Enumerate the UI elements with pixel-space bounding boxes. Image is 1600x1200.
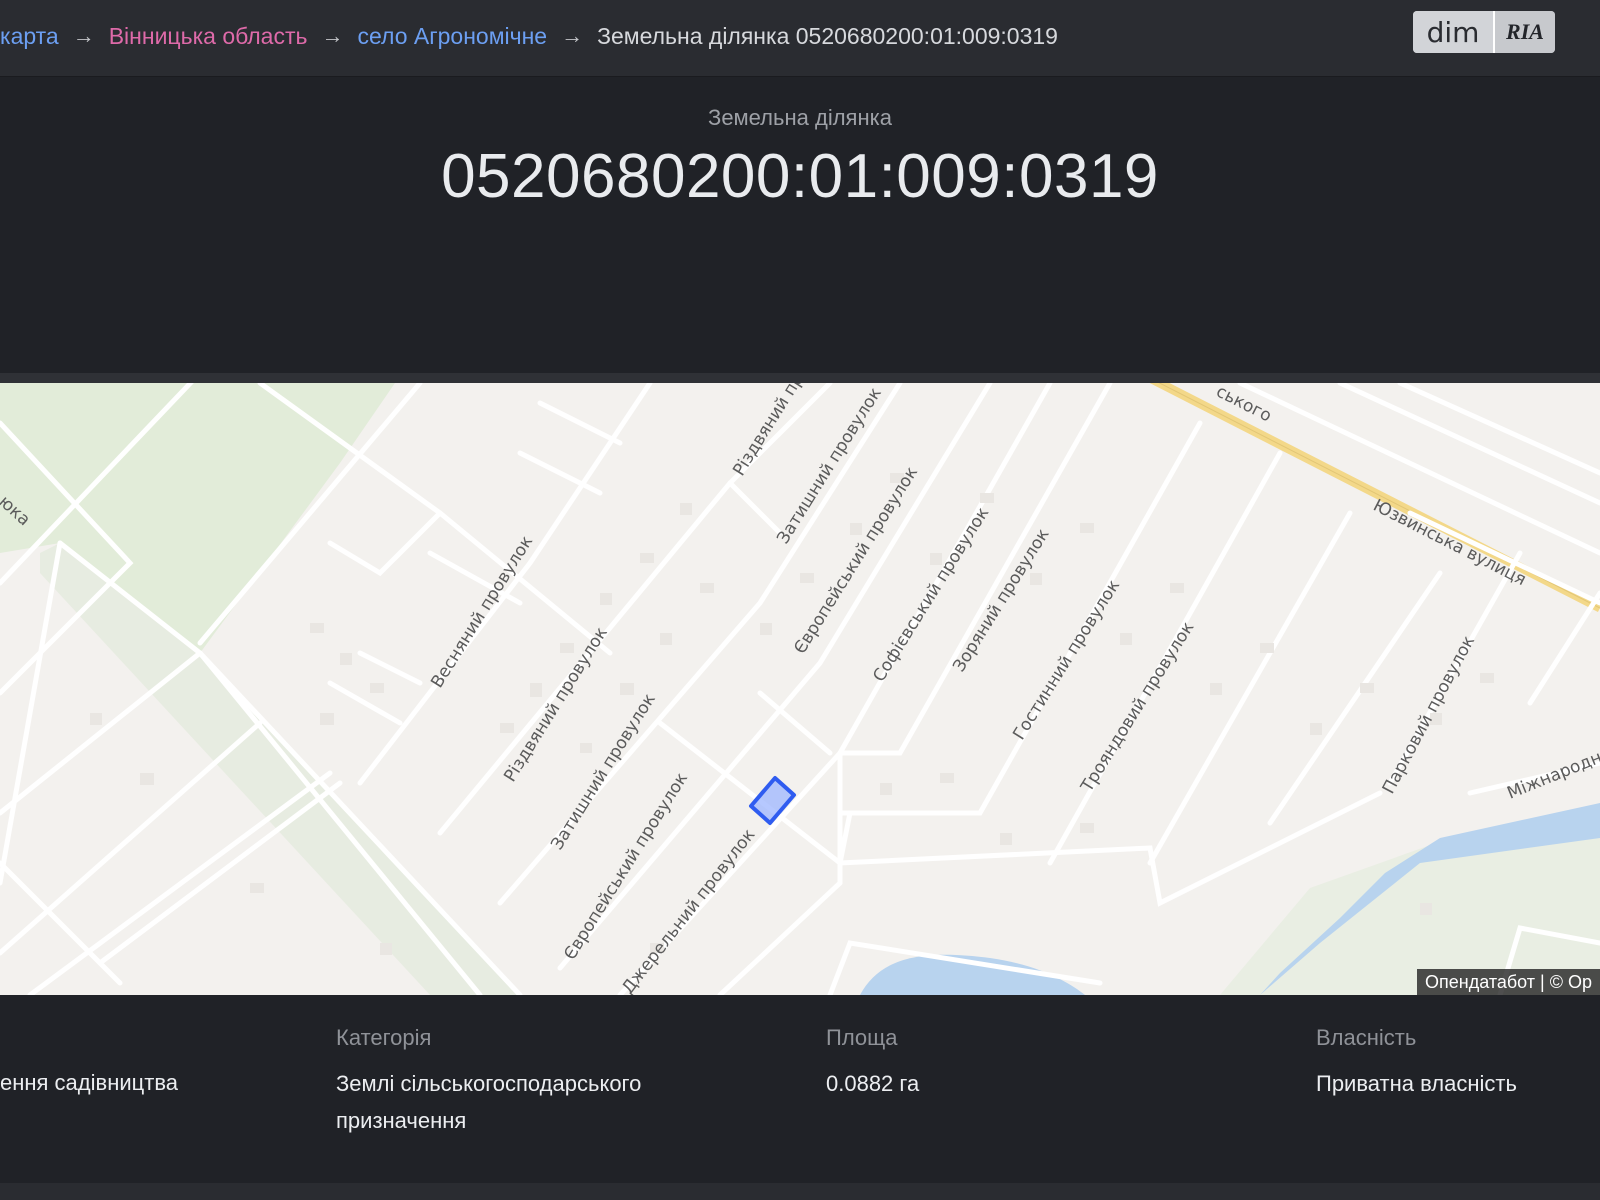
area-column: Площа 0.0882 га (826, 1025, 1266, 1102)
page-header: Земельна ділянка 0520680200:01:009:0319 (0, 77, 1600, 383)
category-value: Землі сільськогосподарського призначення (336, 1071, 642, 1133)
ownership-column: Власність Приватна власність (1316, 1025, 1600, 1102)
footer-strip (0, 1183, 1600, 1200)
breadcrumb-arrow-icon: → (321, 23, 344, 48)
top-navigation-bar: карта → Вінницька область → село Агроном… (0, 0, 1600, 77)
breadcrumb-village-link[interactable]: село Агрономічне (358, 23, 548, 50)
parcel-highlight[interactable] (749, 776, 796, 825)
purpose-label (0, 1025, 300, 1050)
ownership-label: Власність (1316, 1025, 1417, 1050)
area-value: 0.0882 га (826, 1071, 920, 1096)
logo-ria-text: RIA (1493, 11, 1555, 53)
map-attribution[interactable]: Опендатабот | © Op (1417, 969, 1600, 995)
category-column: Категорія Землі сільськогосподарського п… (336, 1025, 776, 1139)
building-footprints (90, 473, 1494, 955)
purpose-value: ення садівництва (0, 1070, 178, 1095)
street-label: Весняний провулок (427, 532, 537, 691)
logo-dim-text: dim (1413, 11, 1493, 53)
ownership-value: Приватна власність (1316, 1071, 1517, 1096)
page-kicker: Земельна ділянка (708, 105, 892, 130)
page-title: 0520680200:01:009:0319 (441, 142, 1159, 211)
parcel-info-panel: ення садівництва Категорія Землі сільськ… (0, 995, 1600, 1183)
breadcrumb-arrow-icon: → (561, 23, 584, 48)
header-divider (0, 373, 1600, 383)
breadcrumb-arrow-icon: → (72, 23, 95, 48)
parcel-map[interactable]: Весняний провулок Різдвяний провулок Зат… (0, 383, 1600, 995)
breadcrumb-map-link[interactable]: карта (0, 23, 59, 50)
area-label: Площа (826, 1025, 898, 1050)
main-road (1149, 383, 1600, 613)
green-strip (40, 543, 520, 995)
street-label: Парковий провулок (1379, 632, 1479, 797)
breadcrumb-current-item: Земельна ділянка 0520680200:01:009:0319 (597, 22, 1058, 49)
street-label: Різдвяний пр (729, 383, 808, 480)
breadcrumb: карта → Вінницька область → село Агроном… (0, 18, 1058, 54)
map-canvas: Весняний провулок Різдвяний провулок Зат… (0, 383, 1600, 995)
category-label: Категорія (336, 1025, 432, 1050)
street-label: Гостинний провулок (1009, 576, 1124, 743)
purpose-column: ення садівництва (0, 1025, 300, 1101)
street-label: Різдвяний провулок (500, 624, 612, 786)
street-label: Трояндовий провулок (1077, 618, 1199, 796)
dim-ria-logo[interactable]: dim RIA (1413, 11, 1555, 53)
street-label: Міжнародн (1504, 748, 1600, 804)
breadcrumb-region-link[interactable]: Вінницька область (109, 23, 308, 50)
